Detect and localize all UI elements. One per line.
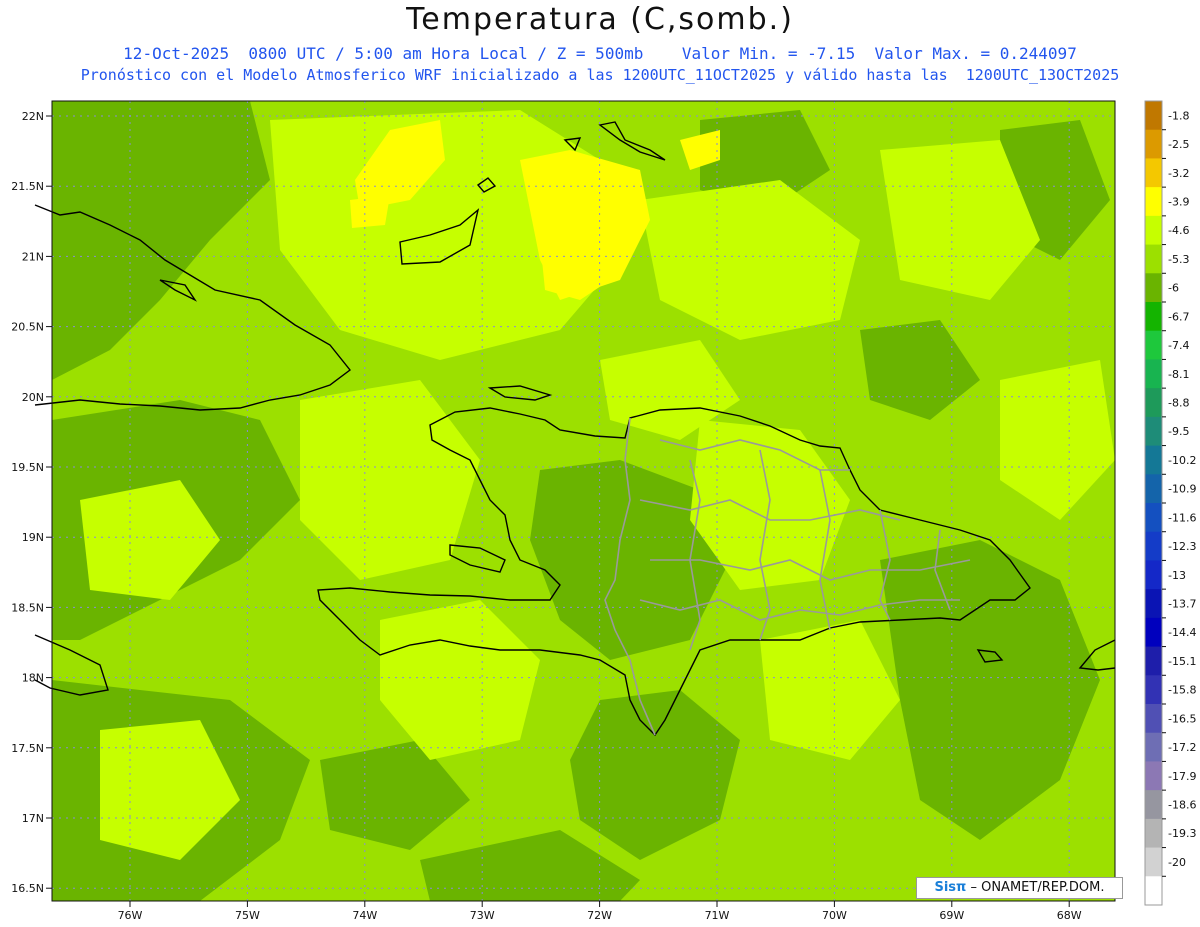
lon-label: 69W xyxy=(939,909,964,922)
colorbar-swatch xyxy=(1145,531,1162,561)
lat-label: 22N xyxy=(22,110,44,123)
colorbar-label: -10.2 xyxy=(1168,454,1196,467)
colorbar-label: -3.9 xyxy=(1168,196,1189,209)
colorbar-swatch xyxy=(1145,646,1162,676)
colorbar-label: -2.5 xyxy=(1168,138,1189,151)
colorbar-label: -3.2 xyxy=(1168,167,1189,180)
lat-label: 17.5N xyxy=(11,742,44,755)
colorbar-swatch xyxy=(1145,158,1162,188)
latitude-axis: 22N 21.5N 21N 20.5N 20N 19.5N 19N 18.5N 18N 17.5N… xyxy=(11,110,52,895)
lat-label: 19.5N xyxy=(11,461,44,474)
colorbar-label: -15.1 xyxy=(1168,655,1196,668)
temperature-map: -1.8 -2.5 -3.2 -3.9 -4.6 -5.3 -6 -6.7 -7.4 -8.1 -8… xyxy=(11,100,1196,922)
credit-org: – ONAMET/REP.DOM. xyxy=(970,880,1105,895)
lon-label: 74W xyxy=(352,909,377,922)
colorbar-label: -7.4 xyxy=(1168,339,1189,352)
colorbar-swatch xyxy=(1145,416,1162,447)
colorbar-swatch xyxy=(1145,589,1162,619)
colorbar-swatch xyxy=(1145,215,1162,246)
colorbar-label: -11.6 xyxy=(1168,511,1196,524)
colorbar-label: -8.8 xyxy=(1168,397,1189,410)
colorbar-swatch xyxy=(1145,732,1162,762)
colorbar-label: -13.7 xyxy=(1168,598,1196,611)
colorbar-swatch xyxy=(1145,704,1162,734)
colorbar-label: -20 xyxy=(1168,856,1186,869)
colorbar-label: -13 xyxy=(1168,569,1186,582)
colorbar-swatch xyxy=(1145,790,1162,820)
lat-label: 20.5N xyxy=(11,321,44,334)
colorbar-swatch xyxy=(1145,847,1162,877)
colorbar-label: -1.8 xyxy=(1168,109,1189,122)
colorbar-label: -5.3 xyxy=(1168,253,1189,266)
lon-label: 72W xyxy=(587,909,612,922)
lat-label: 16.5N xyxy=(11,882,44,895)
colorbar-swatch xyxy=(1145,445,1162,475)
colorbar-label: -14.4 xyxy=(1168,626,1196,639)
colorbar-label: -6.7 xyxy=(1168,310,1189,323)
lat-label: 17N xyxy=(22,812,44,825)
colorbar-swatch xyxy=(1145,359,1162,389)
colorbar-swatch xyxy=(1145,560,1162,590)
colorbar-label: -12.3 xyxy=(1168,540,1196,553)
colorbar-swatch xyxy=(1145,244,1162,274)
colorbar-swatch xyxy=(1145,302,1162,332)
colorbar-swatch xyxy=(1145,617,1162,648)
colorbar-label: -18.6 xyxy=(1168,799,1196,812)
lon-label: 75W xyxy=(235,909,260,922)
colorbar-swatch xyxy=(1145,388,1162,418)
colorbar: -1.8 -2.5 -3.2 -3.9 -4.6 -5.3 -6 -6.7 -7.4 -8.1 -8… xyxy=(1144,100,1196,906)
colorbar-swatch xyxy=(1145,503,1162,533)
colorbar-swatch xyxy=(1145,675,1162,705)
colorbar-label: -16.5 xyxy=(1168,712,1196,725)
lon-label: 71W xyxy=(705,909,730,922)
lon-label: 68W xyxy=(1057,909,1082,922)
colorbar-swatch xyxy=(1145,876,1162,906)
colorbar-swatch xyxy=(1145,273,1162,303)
colorbar-label: -6 xyxy=(1168,282,1179,295)
colorbar-swatch xyxy=(1145,761,1162,791)
colorbar-swatch xyxy=(1145,330,1162,360)
lat-label: 18.5N xyxy=(11,601,44,614)
colorbar-swatch xyxy=(1145,101,1162,131)
lat-label: 21N xyxy=(22,250,44,263)
colorbar-label: -19.3 xyxy=(1168,827,1196,840)
colorbar-label: -4.6 xyxy=(1168,224,1189,237)
colorbar-label: -10.9 xyxy=(1168,483,1196,496)
colorbar-swatch xyxy=(1145,818,1162,849)
sispi-logo: Sisπ xyxy=(934,880,967,895)
lon-label: 76W xyxy=(118,909,143,922)
lon-label: 73W xyxy=(470,909,495,922)
colorbar-swatch xyxy=(1145,129,1162,159)
credit-box: Sisπ – ONAMET/REP.DOM. xyxy=(916,877,1123,899)
lat-label: 20N xyxy=(22,391,44,404)
lat-label: 18N xyxy=(22,672,44,685)
colorbar-label: -8.1 xyxy=(1168,368,1189,381)
lat-label: 21.5N xyxy=(11,180,44,193)
lon-label: 70W xyxy=(822,909,847,922)
longitude-axis: 76W 75W 74W 73W 72W 71W 70W 69W 68W xyxy=(118,901,1082,922)
colorbar-label: -15.8 xyxy=(1168,684,1196,697)
lat-label: 19N xyxy=(22,531,44,544)
colorbar-label: -17.9 xyxy=(1168,770,1196,783)
colorbar-label: -17.2 xyxy=(1168,741,1196,754)
colorbar-label: -9.5 xyxy=(1168,425,1189,438)
colorbar-swatch xyxy=(1145,474,1162,504)
colorbar-swatch xyxy=(1145,187,1162,217)
